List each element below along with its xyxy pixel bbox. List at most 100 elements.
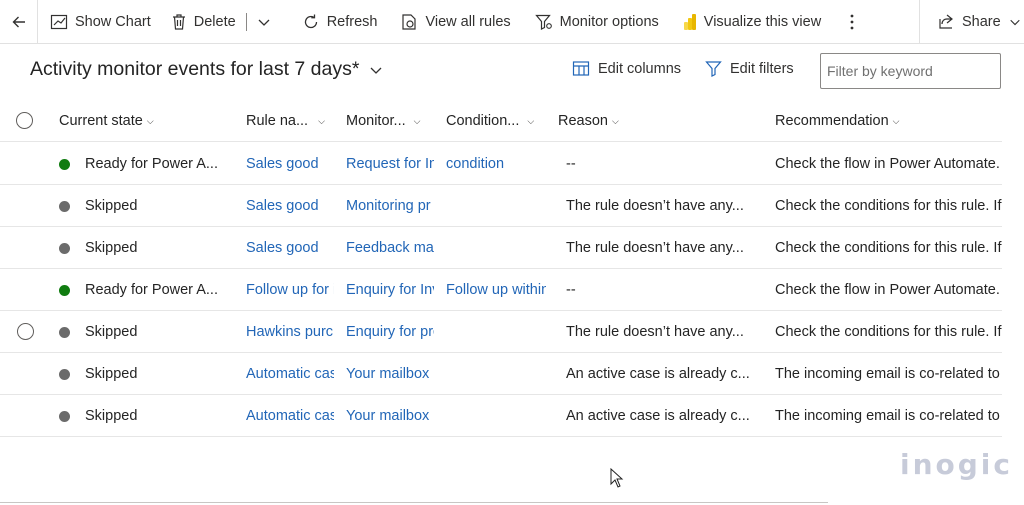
condition-cell[interactable]: condition xyxy=(446,143,546,185)
monitor-cell[interactable]: Monitoring pr xyxy=(346,185,434,227)
table-row[interactable]: Skipped Sales good Monitoring pr The rule d… xyxy=(0,185,1002,227)
row-select-radio[interactable] xyxy=(17,323,34,340)
column-label: Condition... xyxy=(446,113,520,129)
visualize-label: Visualize this view xyxy=(703,13,822,30)
grid-header-row: Current state ⌵ Rule na... ⌵ Monitor... ⌵ C… xyxy=(0,100,1002,142)
edit-filters-button[interactable]: Edit filters xyxy=(705,60,794,77)
activity-grid: Current state ⌵ Rule na... ⌵ Monitor... ⌵ C… xyxy=(0,100,1002,438)
column-header-rule-name[interactable]: Rule na... ⌵ xyxy=(246,100,336,142)
chevron-down-icon: ⌵ xyxy=(892,115,900,126)
rule-name-cell[interactable]: Follow up for i xyxy=(246,269,334,311)
current-state-cell: Skipped xyxy=(59,185,239,227)
view-all-rules-label: View all rules xyxy=(425,13,511,30)
state-label: Skipped xyxy=(85,240,138,256)
bottom-scrollbar-track xyxy=(0,502,828,503)
status-dot-icon xyxy=(59,326,70,338)
table-row[interactable]: Skipped Automatic cas Your mailbox i An act… xyxy=(0,353,1002,395)
column-header-condition[interactable]: Condition... ⌵ xyxy=(446,100,556,142)
rule-name-cell[interactable]: Sales good xyxy=(246,185,334,227)
monitor-cell[interactable]: Request for In xyxy=(346,143,434,185)
table-row[interactable]: Skipped Sales good Feedback mail The rule d… xyxy=(0,227,1002,269)
refresh-button[interactable]: Refresh xyxy=(296,0,384,44)
current-state-cell: Ready for Power A... xyxy=(59,143,239,185)
column-header-monitor[interactable]: Monitor... ⌵ xyxy=(346,100,436,142)
monitor-cell[interactable]: Enquiry for pro xyxy=(346,311,434,353)
status-dot-icon xyxy=(59,410,70,422)
view-all-rules-button[interactable]: View all rules xyxy=(395,0,516,44)
refresh-icon xyxy=(304,14,317,28)
edit-filters-label: Edit filters xyxy=(730,60,794,77)
condition-cell[interactable] xyxy=(446,227,546,269)
column-header-recommendation[interactable]: Recommendation ⌵ xyxy=(775,100,995,142)
filter-icon xyxy=(705,61,722,77)
condition-cell[interactable] xyxy=(446,353,546,395)
arrow-left-icon xyxy=(12,16,25,27)
column-header-reason[interactable]: Reason ⌵ xyxy=(558,100,758,142)
status-dot-icon xyxy=(59,242,70,254)
chevron-down-icon: ⌵ xyxy=(413,115,421,126)
recommendation-cell: Check the conditions for this rule. If t xyxy=(775,324,1002,340)
reason-cell: The rule doesn’t have any... xyxy=(566,240,744,256)
condition-cell[interactable] xyxy=(446,185,546,227)
recommendation-cell: Check the flow in Power Automate. xyxy=(775,156,1000,172)
status-dot-icon xyxy=(59,284,70,296)
condition-cell[interactable] xyxy=(446,395,546,437)
reason-cell: An active case is already c... xyxy=(566,366,750,382)
view-title: Activity monitor events for last 7 days* xyxy=(30,58,360,80)
rule-name-cell[interactable]: Sales good xyxy=(246,227,334,269)
toolbar-divider xyxy=(919,0,920,44)
delete-button[interactable]: Delete xyxy=(165,0,242,44)
chevron-down-icon xyxy=(258,19,270,26)
chevron-down-icon xyxy=(1010,19,1020,25)
mouse-cursor-icon xyxy=(610,468,624,488)
rule-name-cell[interactable]: Automatic cas xyxy=(246,353,334,395)
condition-cell[interactable]: Follow up within xyxy=(446,269,546,311)
chevron-down-icon: ⌵ xyxy=(146,115,154,126)
filter-keyword-input[interactable] xyxy=(820,53,1001,89)
column-header-current-state[interactable]: Current state ⌵ xyxy=(59,100,234,142)
trash-icon xyxy=(172,13,185,30)
chevron-down-icon: ⌵ xyxy=(318,115,325,126)
overflow-menu-button[interactable] xyxy=(843,0,868,44)
chart-icon xyxy=(50,14,68,29)
visualize-view-button[interactable]: Visualize this view xyxy=(677,0,827,44)
recommendation-cell: Check the conditions for this rule. If t xyxy=(775,198,1002,214)
monitor-options-button[interactable]: Monitor options xyxy=(529,0,665,44)
more-vertical-icon xyxy=(850,14,854,29)
rule-name-cell[interactable]: Sales good xyxy=(246,143,334,185)
state-label: Skipped xyxy=(85,198,138,214)
rule-name-cell[interactable]: Hawkins purch xyxy=(246,311,334,353)
command-bar: Show Chart Delete Refresh View all rules… xyxy=(0,0,1024,44)
rule-name-cell[interactable]: Automatic cas xyxy=(246,395,334,437)
table-row[interactable]: Ready for Power A... Follow up for i Enqui… xyxy=(0,269,1002,311)
power-bi-icon xyxy=(683,13,696,30)
current-state-cell: Skipped xyxy=(59,395,239,437)
monitor-cell[interactable]: Enquiry for Inv xyxy=(346,269,434,311)
back-button[interactable] xyxy=(0,0,38,44)
monitor-cell[interactable]: Feedback mail xyxy=(346,227,434,269)
column-label: Rule na... xyxy=(246,113,309,129)
show-chart-button[interactable]: Show Chart xyxy=(44,0,157,44)
monitor-cell[interactable]: Your mailbox i xyxy=(346,395,434,437)
status-dot-icon xyxy=(59,200,70,212)
condition-cell[interactable] xyxy=(446,311,546,353)
monitor-cell[interactable]: Your mailbox i xyxy=(346,353,434,395)
column-label: Recommendation xyxy=(775,113,889,129)
recommendation-cell: Check the flow in Power Automate. xyxy=(775,282,1000,298)
status-dot-icon xyxy=(59,158,70,170)
columns-icon xyxy=(572,61,590,76)
more-delete-options-button[interactable] xyxy=(251,0,284,44)
reason-cell: -- xyxy=(566,282,576,298)
reason-cell: -- xyxy=(566,156,576,172)
table-row[interactable]: Skipped Hawkins purch Enquiry for pro The r… xyxy=(0,311,1002,353)
state-label: Ready for Power A... xyxy=(85,156,218,172)
watermark-logo: inogic xyxy=(900,448,1014,481)
share-button[interactable]: Share xyxy=(932,0,1024,44)
table-row[interactable]: Skipped Automatic cas Your mailbox i An act… xyxy=(0,395,1002,437)
chevron-down-icon: ⌵ xyxy=(527,115,535,126)
table-row[interactable]: Ready for Power A... Sales good Request fo… xyxy=(0,143,1002,185)
select-all-radio[interactable] xyxy=(16,112,33,129)
view-selector[interactable]: Activity monitor events for last 7 days* xyxy=(30,58,383,81)
recommendation-cell: Check the conditions for this rule. If t xyxy=(775,240,1002,256)
edit-columns-button[interactable]: Edit columns xyxy=(572,60,681,77)
